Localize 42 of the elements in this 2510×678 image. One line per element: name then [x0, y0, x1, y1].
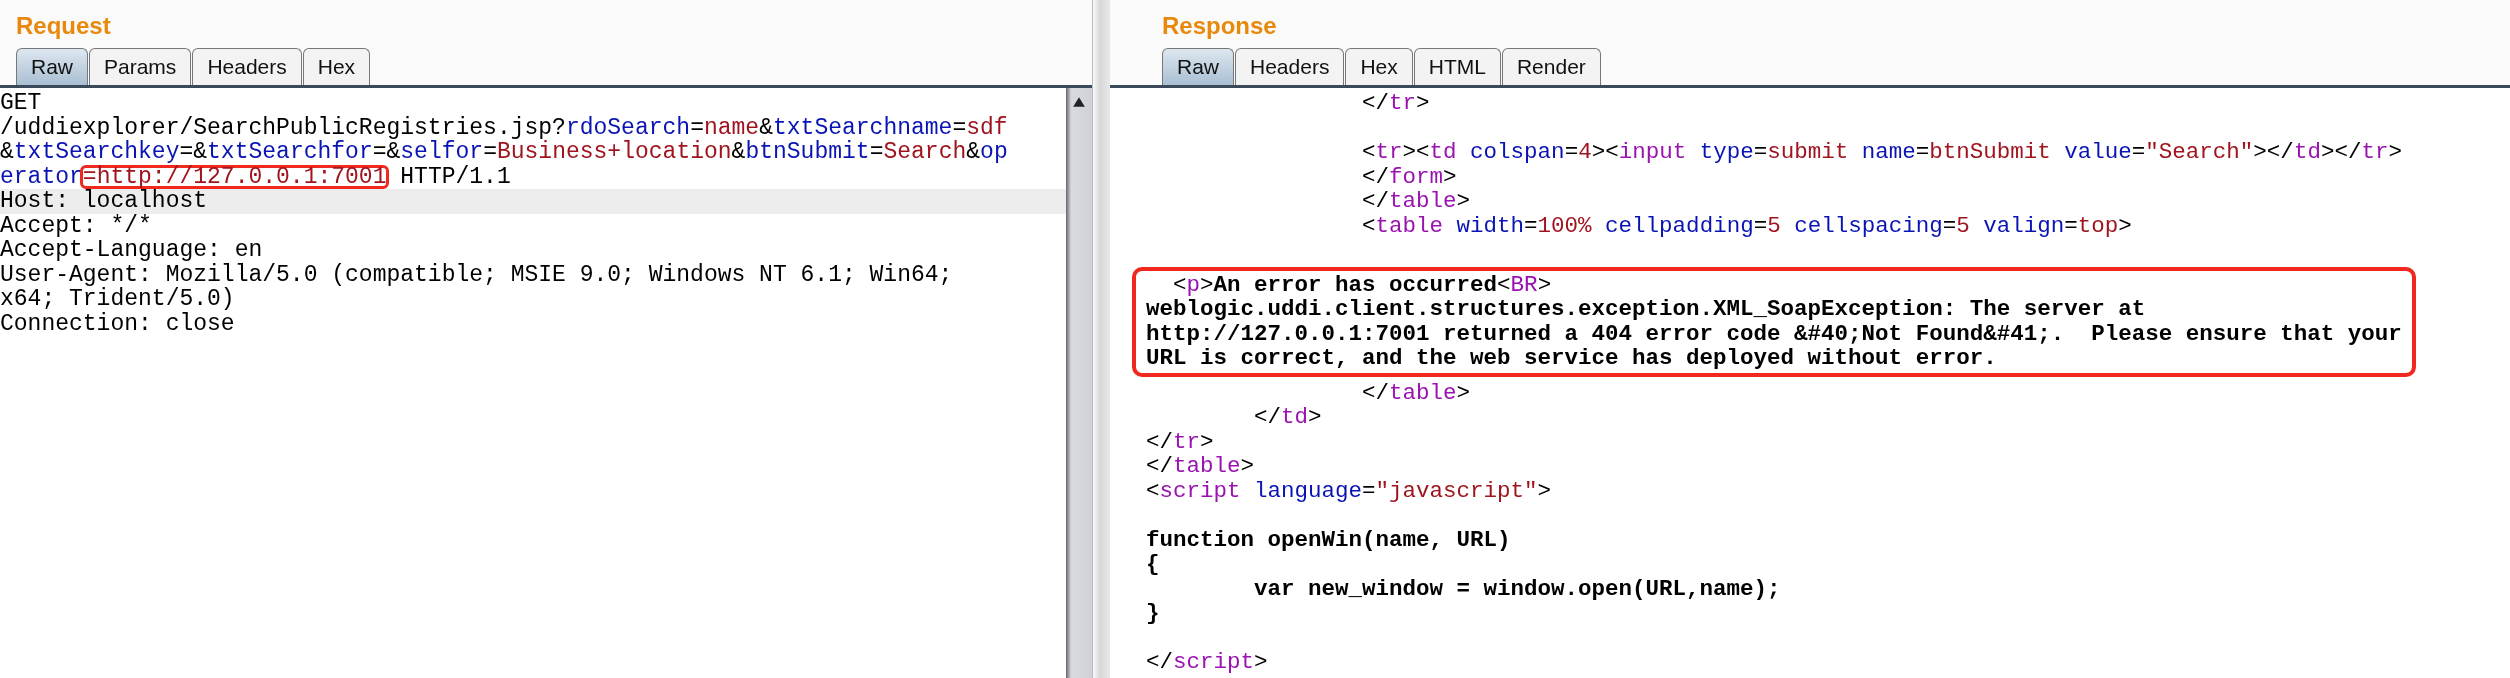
tab[interactable]: HTML	[1413, 48, 1501, 85]
code-line: User-Agent: Mozilla/5.0 (compatible; MSIE 9.0; Windows NT 6.1; Win64;	[0, 262, 954, 287]
code-line: </table>	[1146, 454, 1256, 479]
tab[interactable]: Raw	[1162, 48, 1234, 85]
tab[interactable]: Params	[89, 48, 192, 85]
code-text: HTTP/1.1	[399, 163, 511, 190]
code-line: </tr>	[1146, 429, 1215, 454]
tab[interactable]: Hex	[1345, 48, 1413, 85]
panel-title: Request	[15, 11, 112, 41]
tab[interactable]: Headers	[192, 48, 302, 85]
panel-title: Response	[1161, 11, 1278, 41]
code-line: Accept-Language: en	[0, 238, 264, 263]
code-line: </script>	[1146, 648, 1269, 675]
code-line: <table width=100% cellpadding=5 cellspacing=5 valign=top>	[1361, 213, 2133, 238]
code-line: URL is correct, and the web service has deployed without error.	[1146, 346, 1998, 371]
code-line: <tr><td colspan=4><input type=submit name=btnSubmit value="Search"></td></tr>	[1361, 138, 2403, 165]
code-line: </td>	[1253, 405, 1323, 430]
code-line: /uddiexplorer/SearchPublicRegistries.jsp?rdoSearch=name&txtSearchname=sdf	[0, 115, 1009, 140]
code-line: {	[1146, 552, 1161, 577]
tab[interactable]: Raw	[16, 48, 88, 85]
tab[interactable]: Hex	[302, 48, 371, 85]
highlighted-url: =http://127.0.0.1:7001	[79, 164, 390, 189]
code-line: <p>An error has occurred<BR>	[1172, 272, 1553, 297]
code-line: </table>	[1361, 380, 1472, 405]
scrollbar[interactable]	[1066, 88, 1092, 678]
code-line: }	[1146, 601, 1161, 626]
code-line: var new_window = window.open(URL,name);	[1253, 576, 1782, 601]
code-line: </table>	[1361, 189, 1472, 214]
code-line: Accept: */*	[0, 213, 153, 238]
code-line: function openWin(name, URL)	[1146, 525, 1512, 552]
code-line: x64; Trident/5.0)	[0, 287, 236, 312]
code-line: weblogic.uddi.client.structures.exception.XML_SoapException: The server at	[1146, 297, 2147, 322]
code-line: </form>	[1361, 164, 1458, 189]
tab[interactable]: Render	[1501, 48, 1601, 85]
tab[interactable]: Headers	[1235, 48, 1345, 85]
code-line: GET	[0, 91, 43, 116]
code-line: &txtSearchkey=&txtSearchfor=&selfor=Business+location&btnSubmit=Search&op	[0, 140, 1009, 165]
code-line: <script language="javascript">	[1146, 478, 1553, 503]
code-line: </tr>	[1361, 91, 1431, 116]
code-line: http://127.0.0.1:7001 returned a 404 error code &#40;Not Found&#41;. Please ensure that your	[1146, 321, 2402, 346]
scroll-up-arrow-icon[interactable]	[1072, 96, 1086, 108]
code-line: Connection: close	[0, 311, 236, 336]
